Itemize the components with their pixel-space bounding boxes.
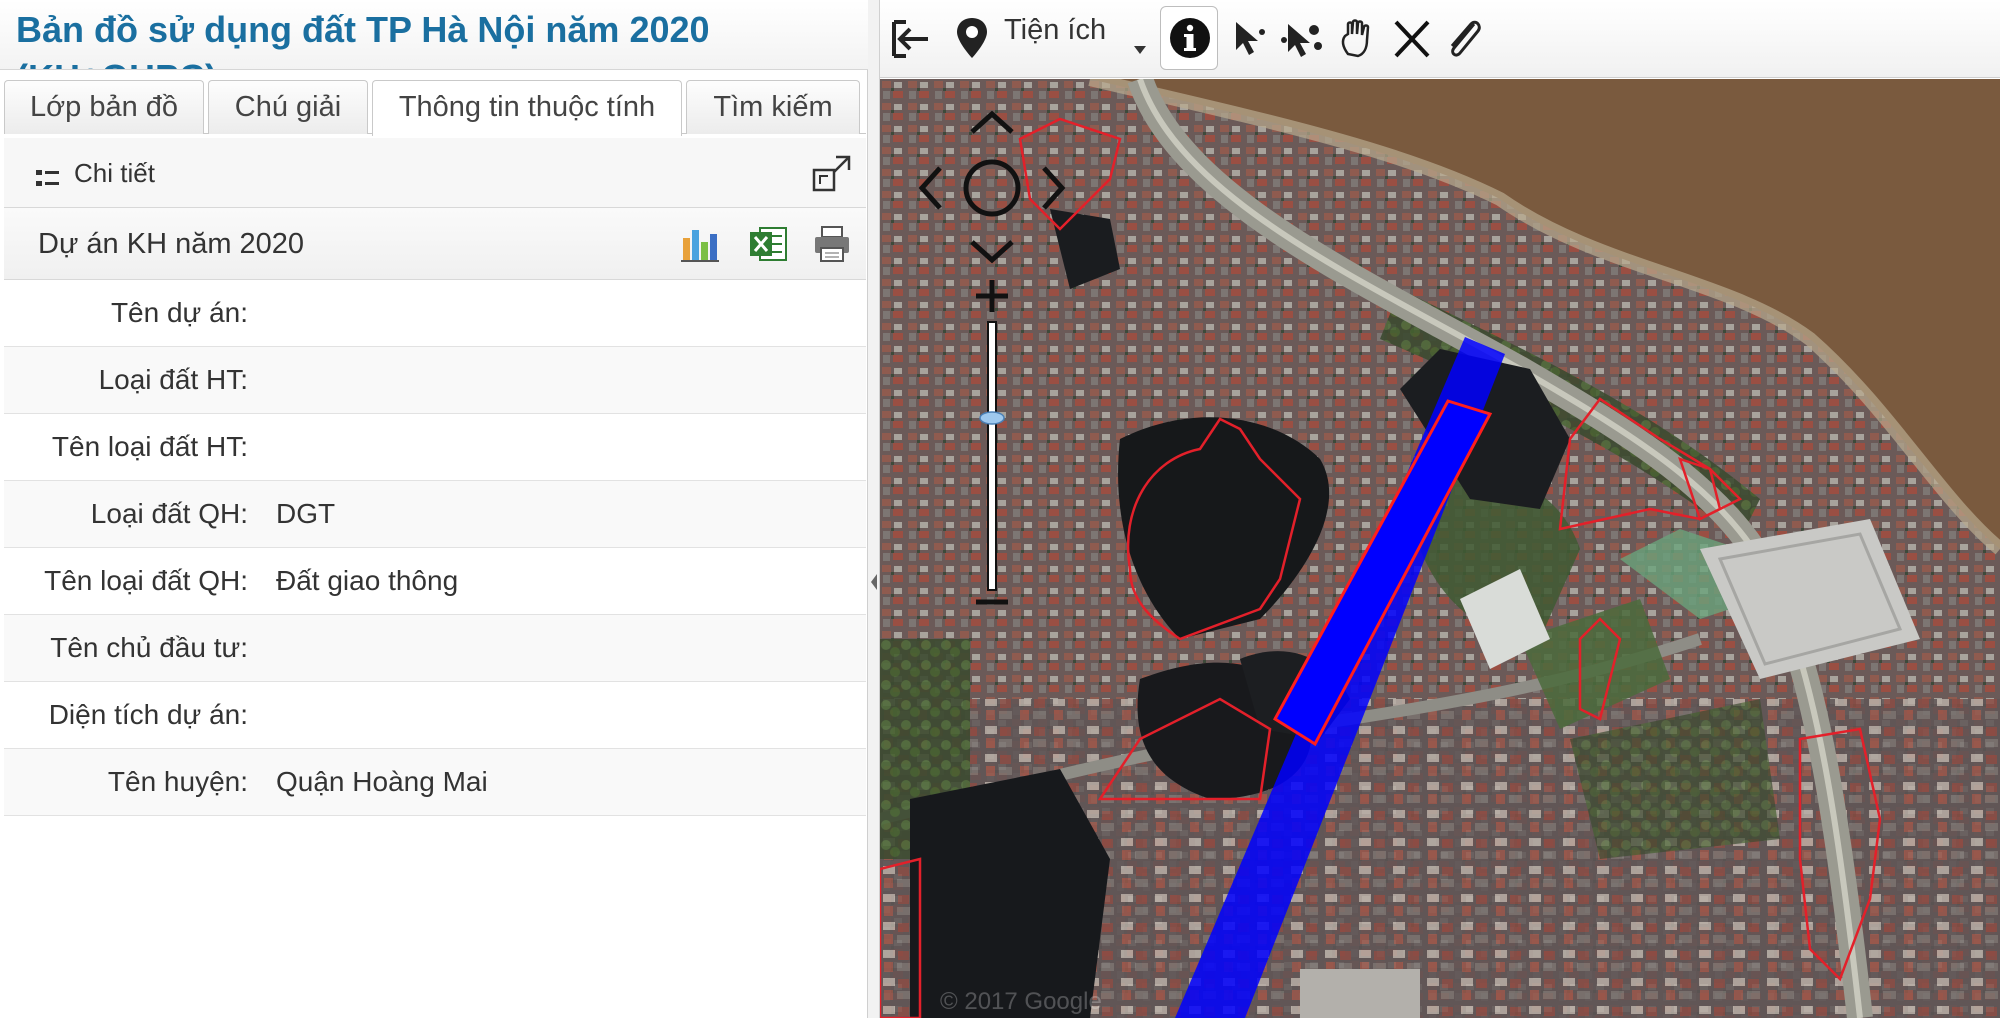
attr-key: Tên chủ đầu tư: [50, 632, 248, 663]
zoom-slider-track[interactable] [987, 321, 997, 591]
list-icon [36, 170, 59, 186]
attribute-table: Tên dự án: Loại đất HT: Tên loại đất HT:… [4, 280, 866, 816]
details-header: Chi tiết [4, 138, 866, 208]
attr-key: Loại đất QH: [90, 498, 248, 529]
project-label: Dự án KH năm 2020 [38, 228, 305, 260]
paperclip-icon[interactable] [1440, 10, 1486, 68]
pan-down-icon[interactable] [970, 240, 1014, 264]
info-icon [1170, 18, 1210, 58]
multi-select-icon[interactable] [1278, 10, 1328, 68]
table-row: Tên loại đất QH: Đất giao thông [4, 548, 866, 615]
panel-splitter[interactable] [868, 0, 880, 1018]
map-toolbar: Tiện ích [880, 0, 2000, 78]
table-row: Loại đất QH: DGT [4, 481, 866, 548]
pan-up-icon[interactable] [970, 110, 1014, 134]
utilities-label[interactable]: Tiện ích [1004, 14, 1106, 47]
tab-legend[interactable]: Chú giải [208, 80, 368, 134]
exit-icon[interactable] [886, 10, 936, 68]
attr-key: Tên huyện: [107, 766, 248, 797]
attr-key: Tên loại đất HT: [51, 431, 248, 462]
attr-key: Loại đất HT: [98, 364, 248, 395]
attribute-panel: Bản đồ sử dụng đất TP Hà Nội năm 2020 (K… [0, 0, 868, 1018]
printer-icon[interactable] [812, 224, 852, 264]
zoom-slider-handle[interactable] [979, 411, 1005, 425]
excel-icon[interactable] [748, 224, 788, 264]
info-button[interactable] [1160, 6, 1218, 70]
table-row: Tên chủ đầu tư: [4, 615, 866, 682]
expand-icon[interactable] [812, 154, 852, 192]
panel-title-bar: Bản đồ sử dụng đất TP Hà Nội năm 2020 (K… [0, 0, 868, 70]
attr-key: Tên loại đất QH: [44, 565, 248, 596]
table-row: Tên huyện: Quận Hoàng Mai [4, 749, 866, 816]
table-row: Loại đất HT: [4, 347, 866, 414]
map-navigation-control [918, 110, 1066, 605]
panel-tabs: Lớp bản đồ Chú giải Thông tin thuộc tính… [4, 72, 866, 136]
attr-value: Đất giao thông [276, 565, 459, 596]
hand-icon[interactable] [1336, 10, 1382, 68]
close-icon[interactable] [1390, 10, 1434, 68]
details-label: Chi tiết [74, 158, 155, 188]
table-row: Tên dự án: [4, 280, 866, 347]
select-arrow-icon[interactable] [1228, 10, 1272, 68]
attr-value: DGT [276, 498, 336, 529]
map-pin-icon[interactable] [952, 10, 992, 68]
tab-attribute-info[interactable]: Thông tin thuộc tính [372, 80, 682, 136]
pan-right-icon[interactable] [1042, 166, 1066, 210]
building [1300, 969, 1420, 1018]
tab-map-layers[interactable]: Lớp bản đồ [4, 80, 204, 134]
table-row: Diện tích dự án: [4, 682, 866, 749]
table-row: Tên loại đất HT: [4, 414, 866, 481]
pond [910, 769, 1110, 1018]
collapse-arrow-icon[interactable] [870, 570, 878, 594]
attr-key: Diện tích dự án: [48, 699, 248, 730]
project-header: Dự án KH năm 2020 [4, 208, 866, 280]
pan-center-icon[interactable] [963, 159, 1021, 217]
tab-search[interactable]: Tìm kiếm [686, 80, 860, 134]
panel-title: Bản đồ sử dụng đất TP Hà Nội năm 2020 (K… [16, 9, 710, 69]
attr-key: Tên dự án: [110, 297, 248, 328]
attr-value: Quận Hoàng Mai [276, 766, 488, 797]
chevron-down-icon[interactable] [1130, 10, 1150, 68]
map-watermark: © 2017 Google [940, 988, 1102, 1015]
pan-left-icon[interactable] [918, 166, 942, 210]
bar-chart-icon[interactable] [680, 224, 720, 264]
